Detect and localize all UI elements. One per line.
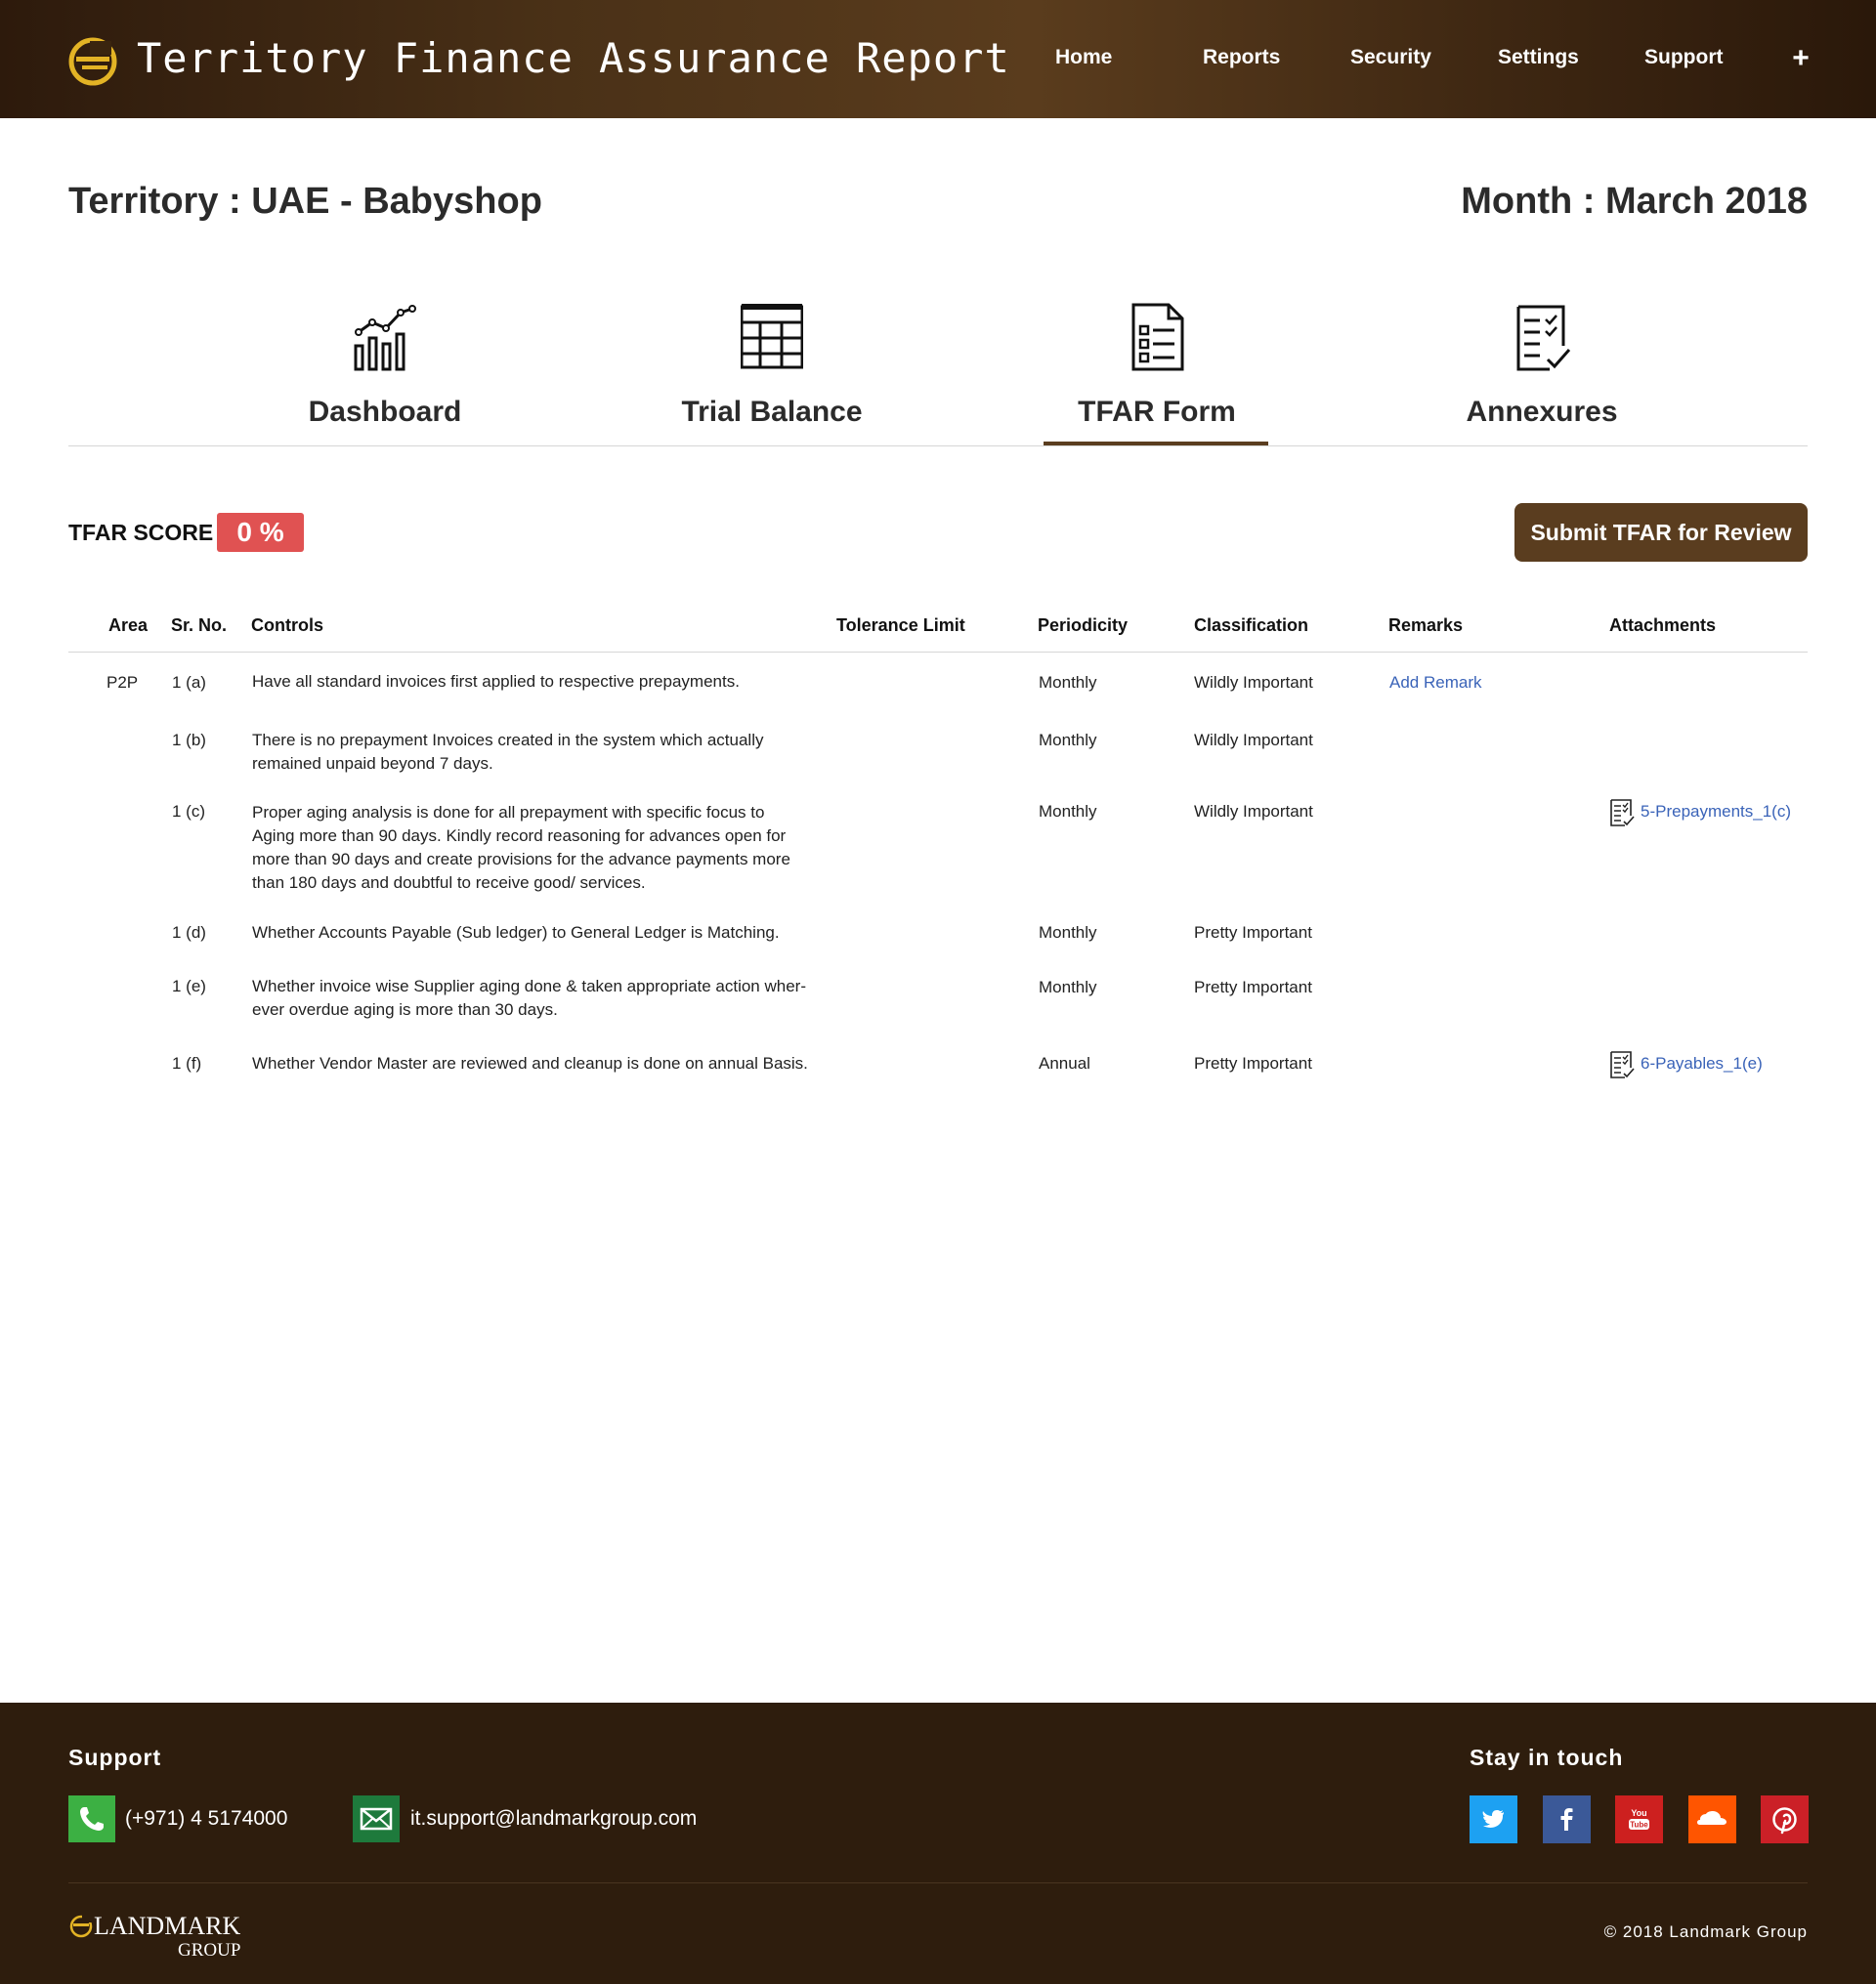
row-control-line: There is no prepayment Invoices created … — [252, 731, 764, 749]
row-control-line: more than 90 days and create provisions … — [252, 850, 790, 868]
submit-tfar-button[interactable]: Submit TFAR for Review — [1514, 503, 1808, 562]
form-list-icon — [1131, 303, 1184, 371]
row-control-line: than 180 days and doubtful to receive go… — [252, 873, 646, 892]
landmark-group-logo: LANDMARK GROUP — [69, 1912, 240, 1959]
row-periodicity: Monthly — [1039, 923, 1097, 942]
tfar-score-badge: 0 % — [217, 513, 304, 552]
col-header-attachments: Attachments — [1609, 615, 1717, 635]
row-sr-no: 1 (c) — [172, 802, 205, 821]
footer-phone[interactable]: (+971) 4 5174000 — [125, 1805, 287, 1833]
row-classification: Pretty Important — [1194, 978, 1312, 996]
row-classification: Pretty Important — [1194, 1054, 1312, 1073]
row-control-line: Have all standard invoices first applied… — [252, 672, 740, 691]
row-periodicity: Monthly — [1039, 802, 1097, 821]
logo-icon — [68, 37, 117, 86]
tab-tfar-form-label: TFAR Form — [1078, 396, 1236, 428]
footer-divider — [68, 1882, 1808, 1883]
svg-text:You: You — [1631, 1808, 1646, 1818]
tab-dashboard-label: Dashboard — [308, 396, 462, 428]
brand-line1: LANDMARK — [94, 1912, 240, 1940]
chart-icon — [354, 305, 416, 371]
row-classification: Wildly Important — [1194, 731, 1313, 749]
row-control-line: Proper aging analysis is done for all pr… — [252, 803, 765, 822]
row-area: P2P — [107, 673, 139, 692]
nav-support[interactable]: Support — [1644, 43, 1723, 72]
brand-line2: GROUP — [178, 1940, 240, 1959]
row-periodicity: Monthly — [1039, 673, 1097, 692]
tab-trial-balance[interactable]: Trial Balance — [625, 303, 918, 442]
tab-trial-balance-label: Trial Balance — [681, 396, 863, 428]
row-control-line: Whether Accounts Payable (Sub ledger) to… — [252, 923, 780, 942]
col-header-tolerance-limit: Tolerance Limit — [836, 615, 965, 635]
twitter-icon[interactable] — [1470, 1795, 1517, 1843]
tab-tfar-form[interactable]: TFAR Form — [1010, 303, 1303, 442]
row-classification: Wildly Important — [1194, 802, 1313, 821]
footer-support-title: Support — [68, 1745, 162, 1770]
youtube-icon[interactable]: You Tube — [1615, 1795, 1663, 1843]
col-header-periodicity: Periodicity — [1038, 615, 1129, 635]
checklist-icon — [1516, 305, 1571, 371]
col-header-area: Area — [108, 615, 149, 635]
row-sr-no: 1 (e) — [172, 977, 206, 995]
nav-reports[interactable]: Reports — [1203, 43, 1280, 72]
tab-annexures[interactable]: Annexures — [1395, 303, 1688, 442]
svg-text:Tube: Tube — [1630, 1821, 1648, 1830]
row-control-line: ever overdue aging is more than 30 days. — [252, 1000, 558, 1019]
nav-settings[interactable]: Settings — [1498, 43, 1579, 72]
row-periodicity: Monthly — [1039, 978, 1097, 996]
row-sr-no: 1 (a) — [172, 673, 206, 692]
tab-dashboard[interactable]: Dashboard — [238, 303, 532, 442]
tabs-divider — [68, 445, 1808, 446]
row-control-line: remained unpaid beyond 7 days. — [252, 754, 493, 773]
nav-home[interactable]: Home — [1055, 43, 1112, 72]
attachment-icon — [1610, 1051, 1635, 1078]
top-header: Territory Finance Assurance Report Home … — [0, 0, 1876, 118]
nav-plus-button[interactable]: + — [1790, 39, 1812, 78]
facebook-icon[interactable] — [1543, 1795, 1591, 1843]
row-control-line: Aging more than 90 days. Kindly record r… — [252, 826, 787, 845]
footer-stay-in-touch-title: Stay in touch — [1470, 1745, 1624, 1770]
row-classification: Pretty Important — [1194, 923, 1312, 942]
row-control-line: Whether invoice wise Supplier aging done… — [252, 977, 806, 995]
add-remark-link[interactable]: Add Remark — [1389, 671, 1481, 695]
row-periodicity: Monthly — [1039, 731, 1097, 749]
attachment-link[interactable]: 5-Prepayments_1(c) — [1641, 800, 1791, 823]
tfar-score-label: TFAR SCORE : — [68, 520, 228, 545]
table-header-divider — [68, 652, 1808, 653]
col-header-remarks: Remarks — [1388, 615, 1464, 635]
copyright-text: © 2018 Landmark Group — [1603, 1922, 1808, 1941]
month-title: Month : March 2018 — [1461, 181, 1808, 222]
table-grid-icon — [741, 304, 803, 369]
row-periodicity: Annual — [1039, 1054, 1090, 1073]
row-control-line: Whether Vendor Master are reviewed and c… — [252, 1054, 808, 1073]
tab-annexures-label: Annexures — [1466, 396, 1618, 428]
attachment-link[interactable]: 6-Payables_1(e) — [1641, 1052, 1763, 1076]
nav-security[interactable]: Security — [1350, 43, 1431, 72]
col-header-classification: Classification — [1194, 615, 1309, 635]
attachment-icon — [1610, 799, 1635, 826]
col-header-sr-no: Sr. No. — [171, 615, 228, 635]
row-sr-no: 1 (f) — [172, 1054, 202, 1073]
col-header-controls: Controls — [251, 615, 323, 635]
mail-icon — [353, 1795, 400, 1842]
phone-icon — [68, 1795, 115, 1842]
footer-email[interactable]: it.support@landmarkgroup.com — [410, 1805, 697, 1833]
row-sr-no: 1 (d) — [172, 923, 206, 942]
pinterest-icon[interactable] — [1761, 1795, 1809, 1843]
territory-title: Territory : UAE - Babyshop — [68, 181, 542, 222]
row-sr-no: 1 (b) — [172, 731, 206, 749]
soundcloud-icon[interactable] — [1688, 1795, 1736, 1843]
app-title: Territory Finance Assurance Report — [137, 34, 1010, 82]
row-classification: Wildly Important — [1194, 673, 1313, 692]
